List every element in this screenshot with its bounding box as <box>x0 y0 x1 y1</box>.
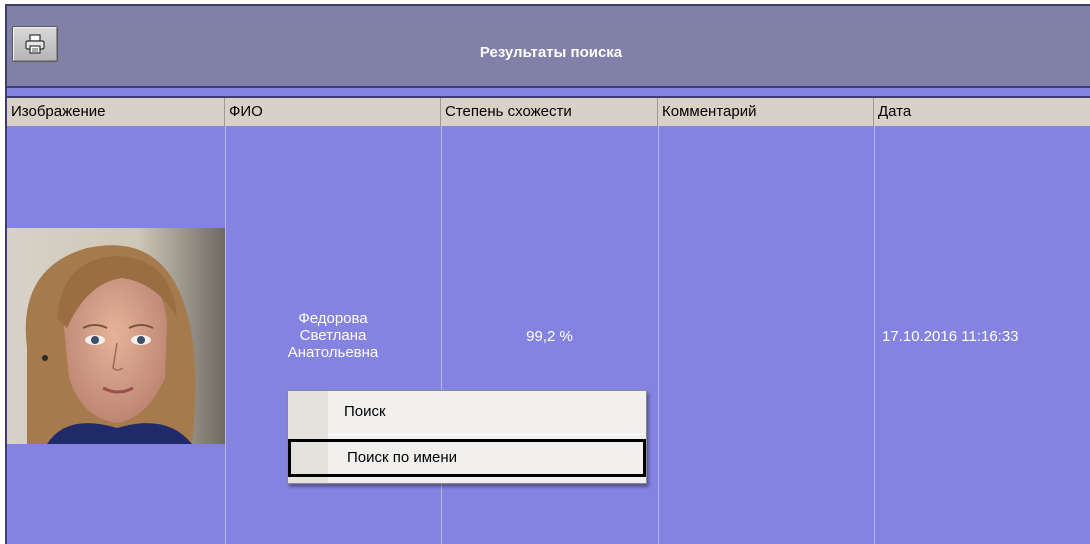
fio-cell: Федорова Светлана Анатольевна <box>225 310 441 361</box>
window-title: Результаты поиска <box>479 44 623 61</box>
column-header-image[interactable]: Изображение <box>7 98 225 126</box>
fio-surname: Федорова <box>298 310 368 327</box>
face-photo[interactable] <box>7 228 225 444</box>
menu-separator <box>328 434 646 435</box>
similarity-cell: 99,2 % <box>526 328 573 345</box>
column-header-fio[interactable]: ФИО <box>225 98 441 126</box>
menu-item-search-by-name[interactable]: Поиск по имени <box>288 439 646 477</box>
menu-item-search[interactable]: Поиск <box>288 393 646 431</box>
fio-name: Светлана <box>299 327 367 344</box>
fio-patronymic: Анатольевна <box>287 344 379 361</box>
search-results-window: Результаты поиска Изображение ФИО Степен… <box>5 4 1090 544</box>
column-header-similarity[interactable]: Степень схожести <box>441 98 658 126</box>
column-divider <box>658 126 659 544</box>
title-bar: Результаты поиска <box>7 6 1090 88</box>
column-header-comment[interactable]: Комментарий <box>658 98 874 126</box>
column-header-date[interactable]: Дата <box>874 98 1090 126</box>
date-cell: 17.10.2016 11:16:33 <box>882 328 1019 345</box>
header-gap <box>7 88 1090 96</box>
face-photo-image <box>7 228 225 444</box>
context-menu: Поиск Поиск по имени <box>287 390 647 484</box>
table-header-row: Изображение ФИО Степень схожести Коммент… <box>7 96 1090 126</box>
